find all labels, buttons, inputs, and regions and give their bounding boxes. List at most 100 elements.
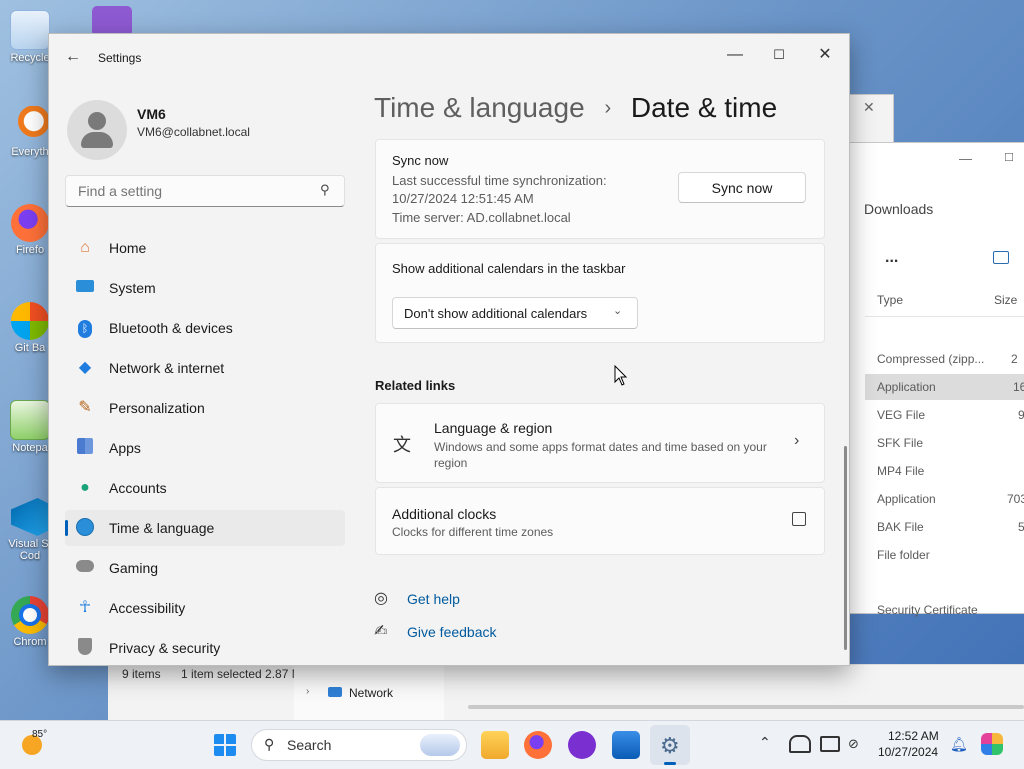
table-row[interactable]: File folder bbox=[877, 548, 930, 562]
avatar[interactable] bbox=[67, 100, 127, 160]
explorer-location[interactable]: Downloads bbox=[864, 201, 933, 217]
chevron-right-icon: › bbox=[794, 432, 800, 449]
taskbar-search-label: Search bbox=[287, 737, 332, 753]
clock-time[interactable]: 12:52 AM bbox=[888, 729, 939, 743]
sidebar-item-gaming[interactable]: Gaming bbox=[65, 550, 345, 586]
avatar-body-icon bbox=[81, 132, 113, 148]
sidebar-item-apps[interactable]: Apps bbox=[65, 430, 345, 466]
notification-bell-icon[interactable]: 🔔︎ bbox=[950, 736, 968, 753]
page-title: Date & time bbox=[630, 92, 778, 123]
sidebar-item-personalization[interactable]: ✎ Personalization bbox=[65, 390, 345, 426]
language-region-card[interactable]: 文 Language & region Windows and some app… bbox=[375, 403, 825, 483]
close-button[interactable]: ✕ bbox=[803, 40, 847, 70]
system-icon bbox=[75, 278, 95, 298]
app-title: Settings bbox=[98, 51, 142, 65]
breadcrumb-separator: › bbox=[604, 97, 612, 119]
wifi-icon: ◆ bbox=[78, 359, 92, 376]
table-cell-size: 703 bbox=[1007, 492, 1024, 506]
table-row[interactable]: Application bbox=[877, 380, 936, 394]
sidebar-item-accounts[interactable]: ● Accounts bbox=[65, 470, 345, 506]
table-row[interactable]: MP4 File bbox=[877, 464, 924, 478]
settings-taskbar-active[interactable]: ⚙ bbox=[650, 725, 690, 765]
chevron-right-icon[interactable]: › bbox=[306, 686, 309, 697]
sidebar-item-system[interactable]: System bbox=[65, 270, 345, 306]
network-status-icon[interactable] bbox=[789, 735, 811, 753]
file-explorer-icon[interactable] bbox=[481, 731, 509, 759]
app-taskbar-icon[interactable] bbox=[568, 731, 596, 759]
sidebar-item-label: Apps bbox=[109, 440, 141, 456]
chevron-up-icon[interactable]: ⌃ bbox=[759, 734, 771, 751]
table-row[interactable]: BAK File bbox=[877, 520, 924, 534]
avatar-head-icon bbox=[88, 112, 106, 130]
sidebar-item-network[interactable]: ◆ Network & internet bbox=[65, 350, 345, 386]
sidebar-item-accessibility[interactable]: ☥ Accessibility bbox=[65, 590, 345, 626]
start-windows-icon[interactable] bbox=[214, 734, 236, 756]
selection-indicator bbox=[65, 520, 68, 536]
additional-calendars-card: Show additional calendars in the taskbar… bbox=[375, 243, 825, 343]
additional-clocks-desc: Clocks for different time zones bbox=[392, 525, 554, 539]
nav-network[interactable]: Network bbox=[349, 686, 393, 700]
table-row[interactable]: SFK File bbox=[877, 436, 923, 450]
notepad-icon bbox=[10, 400, 50, 440]
calendars-dropdown[interactable]: Don't show additional calendars ⌄ bbox=[392, 297, 638, 329]
sidebar-item-label: Network & internet bbox=[109, 360, 225, 376]
language-region-desc: Windows and some apps format dates and t… bbox=[434, 440, 767, 470]
breadcrumb-parent[interactable]: Time & language bbox=[374, 92, 585, 123]
last-sync-label: Last successful time synchronization: bbox=[392, 173, 607, 188]
table-cell-size: 5 bbox=[1018, 520, 1024, 534]
table-row[interactable]: Security Certificate bbox=[877, 603, 978, 617]
give-feedback-link[interactable]: Give feedback bbox=[407, 624, 497, 640]
chevron-down-icon: ⌄ bbox=[613, 305, 623, 317]
back-arrow-icon[interactable]: ← bbox=[65, 48, 81, 66]
weather-temp[interactable]: 85° bbox=[32, 729, 47, 740]
search-input[interactable] bbox=[76, 182, 310, 200]
sidebar-item-label: Accounts bbox=[109, 480, 167, 496]
language-region-title: Language & region bbox=[434, 420, 553, 436]
recycle-bin-icon bbox=[10, 10, 50, 50]
clock-date[interactable]: 10/27/2024 bbox=[878, 745, 938, 759]
search-box[interactable]: ⚲ bbox=[65, 175, 345, 207]
dropdown-selected-value: Don't show additional calendars bbox=[404, 306, 588, 321]
column-size[interactable]: Size bbox=[994, 293, 1017, 307]
table-row[interactable]: VEG File bbox=[877, 408, 925, 422]
more-options-button[interactable]: ... bbox=[885, 249, 898, 267]
firefox-taskbar-icon[interactable] bbox=[524, 731, 552, 759]
volume-muted-icon[interactable]: ⊘ bbox=[848, 736, 859, 752]
bluetooth-icon: ᛒ bbox=[75, 318, 95, 338]
sidebar-item-privacy[interactable]: Privacy & security bbox=[65, 630, 345, 665]
related-links-heading: Related links bbox=[375, 378, 456, 393]
mouse-cursor-icon bbox=[614, 365, 628, 386]
search-magnifier-icon bbox=[11, 106, 49, 144]
sidebar-item-time-language[interactable]: Time & language bbox=[65, 510, 345, 546]
table-row[interactable]: Application bbox=[877, 492, 936, 506]
minimize-icon[interactable]: — bbox=[959, 151, 972, 166]
additional-clocks-card[interactable]: Additional clocks Clocks for different t… bbox=[375, 487, 825, 555]
column-header-row: Type Size bbox=[865, 286, 1024, 317]
table-row[interactable]: Compressed (zipp... bbox=[877, 352, 984, 366]
sidebar-item-label: Gaming bbox=[109, 560, 159, 576]
accounts-icon: ● bbox=[80, 479, 90, 496]
details-pane-icon[interactable] bbox=[993, 251, 1009, 264]
column-type[interactable]: Type bbox=[877, 293, 903, 307]
get-help-link[interactable]: Get help bbox=[407, 591, 460, 607]
shield-icon bbox=[75, 638, 95, 658]
gear-icon: ⚙ bbox=[660, 733, 680, 758]
sync-now-button[interactable]: Sync now bbox=[678, 172, 806, 203]
visual-studio-icon[interactable] bbox=[92, 6, 132, 36]
search-icon[interactable]: ⚲ bbox=[320, 182, 330, 198]
vertical-scrollbar[interactable] bbox=[844, 446, 847, 650]
copilot-icon[interactable] bbox=[981, 733, 1003, 755]
language-icon: 文 bbox=[393, 435, 411, 455]
maximize-icon[interactable]: ☐ bbox=[1004, 151, 1014, 164]
sidebar-item-label: Personalization bbox=[109, 400, 205, 416]
desktop-icon-label: Chrom bbox=[13, 636, 47, 648]
display-icon[interactable] bbox=[820, 736, 840, 752]
minimize-button[interactable]: — bbox=[713, 40, 757, 70]
maximize-button[interactable]: ☐ bbox=[757, 40, 801, 70]
sidebar-item-bluetooth[interactable]: ᛒ Bluetooth & devices bbox=[65, 310, 345, 346]
horizontal-scrollbar[interactable] bbox=[468, 705, 1024, 709]
task-manager-icon[interactable] bbox=[612, 731, 640, 759]
sidebar-item-home[interactable]: ⌂ Home bbox=[65, 230, 345, 266]
close-icon[interactable]: ✕ bbox=[863, 99, 875, 116]
taskbar-search-box[interactable]: ⚲ Search bbox=[251, 729, 467, 761]
